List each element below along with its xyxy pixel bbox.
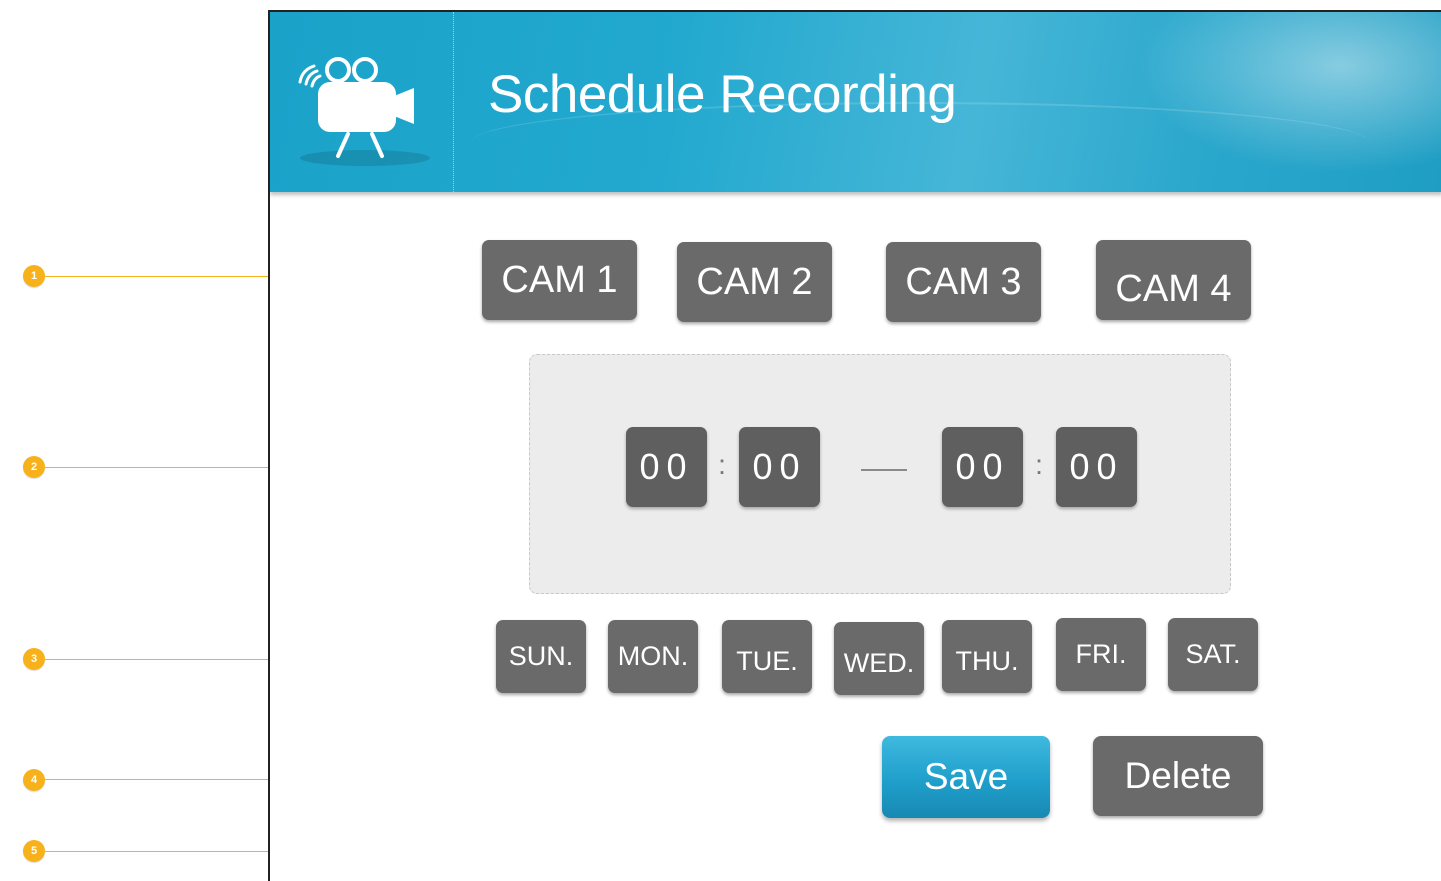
day-wed-button[interactable]: WED. <box>834 622 924 695</box>
callout-1: 1 <box>23 265 45 287</box>
cam-4-button[interactable]: CAM 4 <box>1096 240 1251 320</box>
cam-1-button[interactable]: CAM 1 <box>482 240 637 320</box>
day-mon-button[interactable]: MON. <box>608 620 698 693</box>
callout-4: 4 <box>23 769 45 791</box>
day-thu-button[interactable]: THU. <box>942 620 1032 693</box>
cam-2-button[interactable]: CAM 2 <box>677 242 832 322</box>
day-sat-button[interactable]: SAT. <box>1168 618 1258 691</box>
start-time-colon: : <box>718 449 726 480</box>
callout-3: 3 <box>23 648 45 670</box>
start-minute-field[interactable]: 00 <box>739 427 820 507</box>
callout-2: 2 <box>23 456 45 478</box>
start-hour-field[interactable]: 00 <box>626 427 707 507</box>
device-screen: Schedule Recording CAM 1 CAM 2 CAM 3 CAM… <box>268 10 1441 881</box>
end-time-colon: : <box>1035 449 1043 480</box>
header-bar: Schedule Recording <box>270 12 1441 192</box>
header-divider <box>453 12 454 192</box>
callout-5: 5 <box>23 840 45 862</box>
end-minute-field[interactable]: 00 <box>1056 427 1137 507</box>
day-sun-button[interactable]: SUN. <box>496 620 586 693</box>
page-title: Schedule Recording <box>488 65 957 124</box>
delete-button[interactable]: Delete <box>1093 736 1263 816</box>
time-range-panel: 00 : 00 00 : 00 <box>529 354 1231 594</box>
save-button[interactable]: Save <box>882 736 1050 818</box>
cam-3-button[interactable]: CAM 3 <box>886 242 1041 322</box>
end-hour-field[interactable]: 00 <box>942 427 1023 507</box>
time-range-dash <box>861 469 907 471</box>
video-camera-icon <box>298 57 430 166</box>
day-fri-button[interactable]: FRI. <box>1056 618 1146 691</box>
day-tue-button[interactable]: TUE. <box>722 620 812 693</box>
